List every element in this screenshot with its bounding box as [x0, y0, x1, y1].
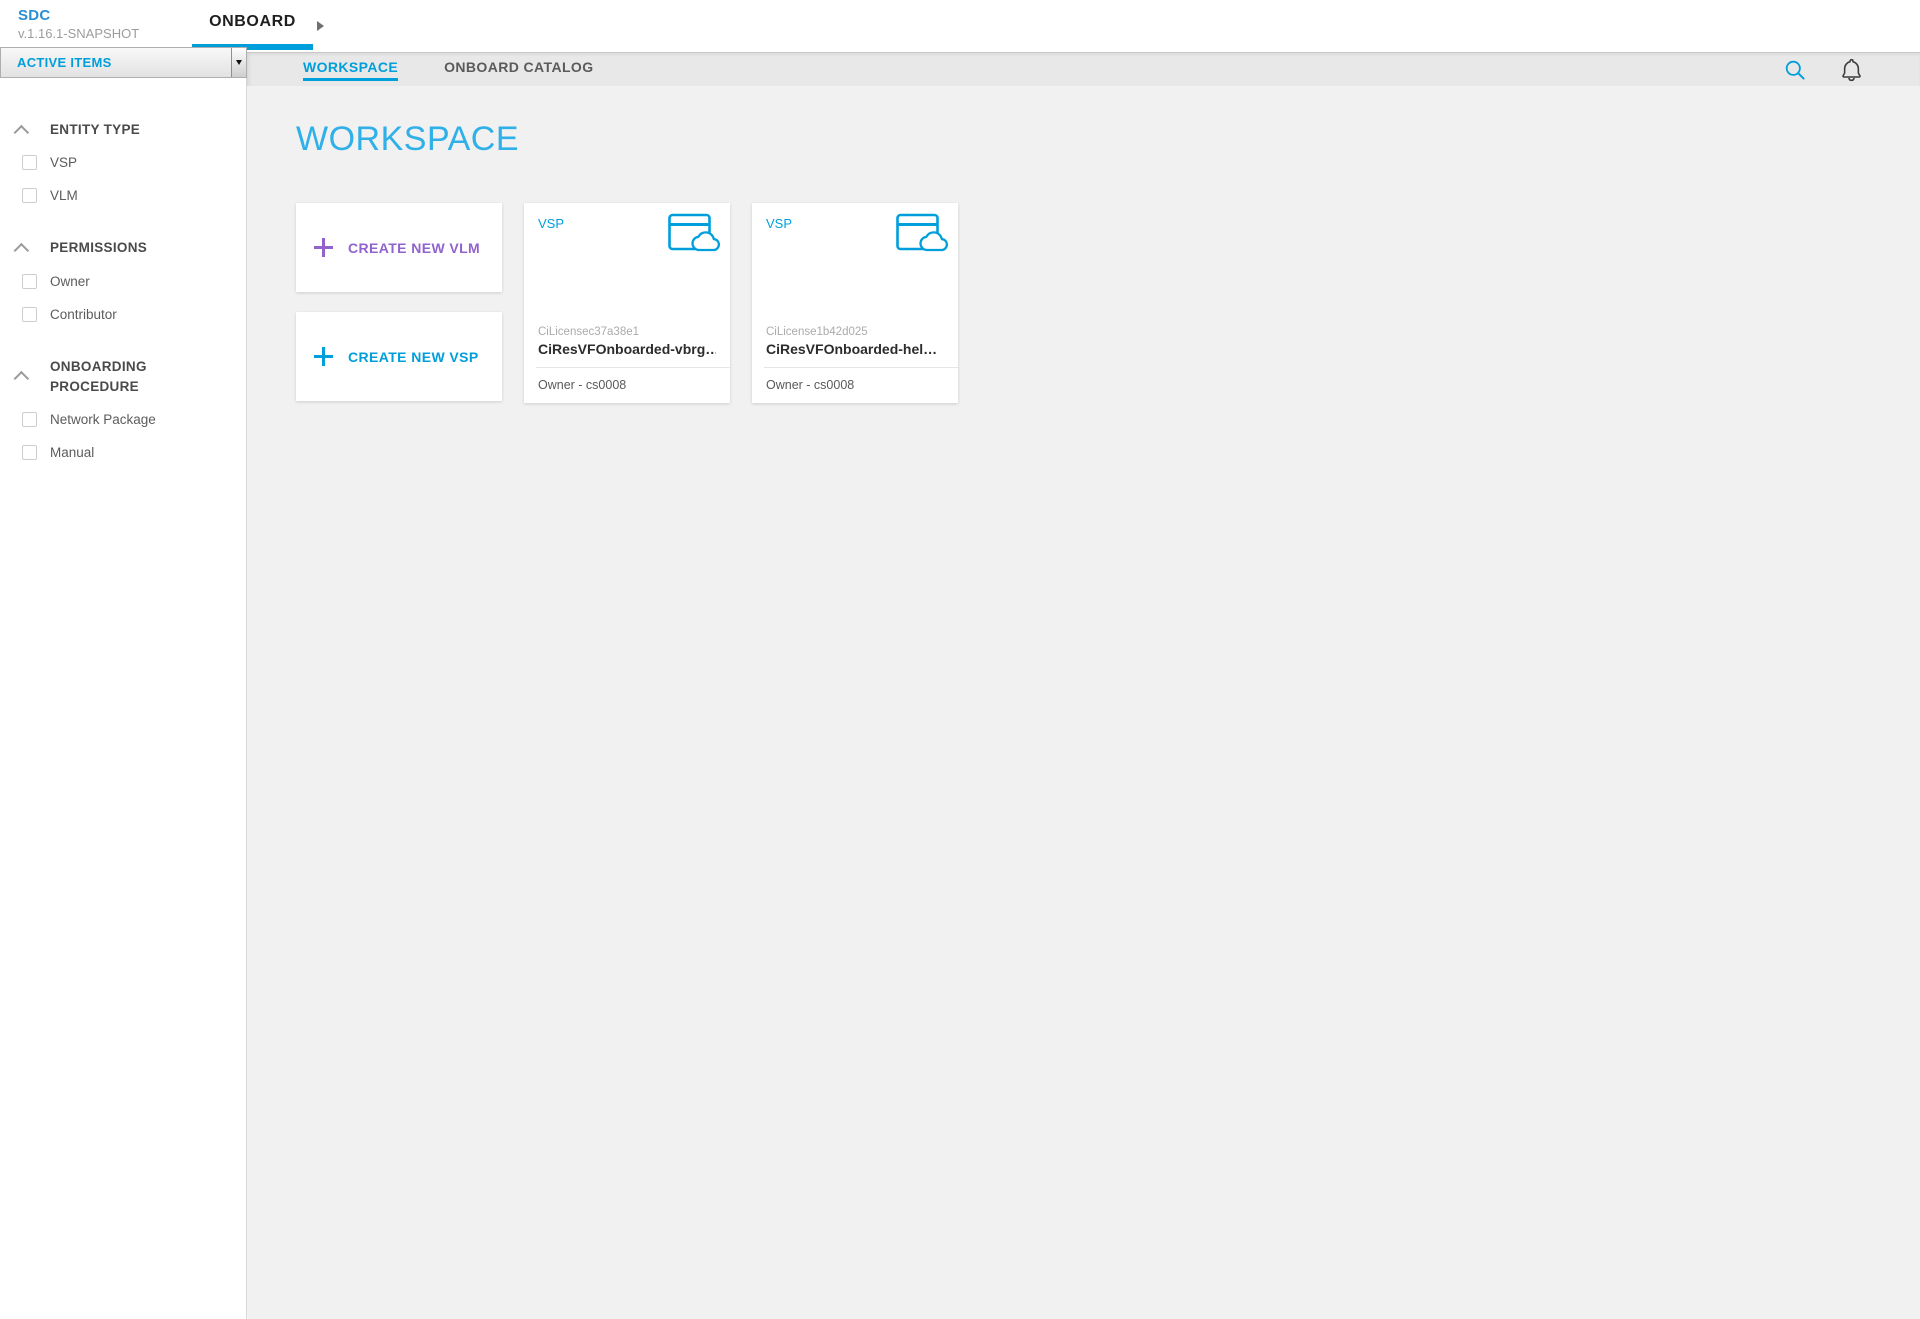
filter-option-label: Contributor — [50, 307, 117, 322]
card-type-label: VSP — [538, 213, 564, 231]
select-dropdown-arrow-icon — [236, 60, 242, 65]
card-footer: Owner - cs0008 — [764, 367, 958, 403]
card-vendor-id: CiLicense1b42d025 — [766, 324, 944, 340]
filter-section-header[interactable]: PERMISSIONS — [0, 232, 246, 264]
tab-workspace[interactable]: WORKSPACE — [303, 56, 398, 81]
filter-option-label: Manual — [50, 445, 94, 460]
card-name: CiResVFOnboarded-hel… — [766, 340, 944, 358]
filter-section-entity-type: ENTITY TYPE VSP VLM — [0, 114, 246, 212]
filter-option-label: Network Package — [50, 412, 156, 427]
tab-onboard[interactable]: ONBOARD — [192, 0, 313, 52]
filter-option-network-package[interactable]: Network Package — [0, 403, 246, 436]
create-new-vlm-button[interactable]: CREATE NEW VLM — [296, 203, 502, 292]
checkbox[interactable] — [22, 412, 37, 427]
filter-option-vsp[interactable]: VSP — [0, 146, 246, 179]
card-owner: Owner - cs0008 — [538, 378, 626, 392]
filter-option-vlm[interactable]: VLM — [0, 179, 246, 212]
vsp-card[interactable]: VSP CiLicensec37a38e1 CiResVFOnboarde — [524, 203, 730, 403]
create-buttons-column: CREATE NEW VLM CREATE NEW VSP — [296, 203, 502, 401]
filter-section-header[interactable]: ONBOARDING PROCEDURE — [0, 351, 246, 404]
app-logo: SDC v.1.16.1-SNAPSHOT — [18, 7, 139, 42]
caret-right-icon[interactable] — [317, 21, 324, 31]
vsp-card[interactable]: VSP CiLicense1b42d025 CiResVFOnboarde — [752, 203, 958, 403]
search-icon[interactable] — [1782, 57, 1808, 83]
card-name: CiResVFOnboarded-vbrg… — [538, 340, 716, 358]
main-content: WORKSPACE CREATE NEW VLM CREATE NEW VSP … — [248, 86, 1920, 1319]
filter-option-manual[interactable]: Manual — [0, 436, 246, 469]
filter-section-title: ONBOARDING PROCEDURE — [50, 357, 180, 398]
filter-option-label: VSP — [50, 155, 77, 170]
filter-section-onboarding-procedure: ONBOARDING PROCEDURE Network Package Man… — [0, 351, 246, 470]
active-items-select[interactable]: ACTIVE ITEMS — [0, 47, 247, 78]
tab-onboard-label: ONBOARD — [192, 0, 313, 31]
create-new-vsp-button[interactable]: CREATE NEW VSP — [296, 312, 502, 401]
plus-icon — [314, 347, 333, 366]
top-header: SDC v.1.16.1-SNAPSHOT ONBOARD — [0, 0, 1920, 52]
tab-onboard-catalog-label: ONBOARD CATALOG — [444, 59, 593, 75]
checkbox[interactable] — [22, 274, 37, 289]
filter-option-contributor[interactable]: Contributor — [0, 298, 246, 331]
card-owner: Owner - cs0008 — [766, 378, 854, 392]
app-title: SDC — [18, 7, 139, 26]
checkbox[interactable] — [22, 445, 37, 460]
filter-sidebar: ENTITY TYPE VSP VLM PERMISSIONS Owner — [0, 52, 247, 1319]
filter-option-label: Owner — [50, 274, 90, 289]
create-new-vlm-label: CREATE NEW VLM — [348, 240, 480, 256]
filter-section-header[interactable]: ENTITY TYPE — [0, 114, 246, 146]
card-type-label: VSP — [766, 213, 792, 231]
toolbar-tabs: WORKSPACE ONBOARD CATALOG — [303, 53, 593, 86]
workspace-tiles: CREATE NEW VLM CREATE NEW VSP VSP — [296, 203, 1920, 403]
filter-section-title: PERMISSIONS — [50, 238, 147, 258]
toolbar: WORKSPACE ONBOARD CATALOG — [247, 52, 1920, 86]
checkbox[interactable] — [22, 188, 37, 203]
tab-onboard-catalog[interactable]: ONBOARD CATALOG — [444, 56, 593, 81]
plus-icon — [314, 238, 333, 257]
chevron-up-icon — [14, 124, 30, 140]
filter-option-label: VLM — [50, 188, 78, 203]
vsp-cloud-card-icon — [896, 213, 948, 258]
chevron-up-icon — [14, 371, 30, 387]
filter-section-title: ENTITY TYPE — [50, 120, 140, 140]
filter-section-permissions: PERMISSIONS Owner Contributor — [0, 232, 246, 330]
checkbox[interactable] — [22, 155, 37, 170]
vsp-cloud-card-icon — [668, 213, 720, 258]
card-vendor-id: CiLicensec37a38e1 — [538, 324, 716, 340]
page-title: WORKSPACE — [296, 120, 1920, 159]
app-version: v.1.16.1-SNAPSHOT — [18, 26, 139, 42]
tab-workspace-label: WORKSPACE — [303, 59, 398, 75]
select-dropdown-button[interactable] — [231, 48, 246, 77]
toolbar-icons — [1782, 53, 1864, 86]
chevron-up-icon — [14, 243, 30, 259]
filters: ENTITY TYPE VSP VLM PERMISSIONS Owner — [0, 52, 246, 469]
filter-option-owner[interactable]: Owner — [0, 265, 246, 298]
checkbox[interactable] — [22, 307, 37, 322]
active-items-select-value: ACTIVE ITEMS — [1, 55, 231, 70]
notifications-bell-icon[interactable] — [1838, 57, 1864, 83]
card-footer: Owner - cs0008 — [536, 367, 730, 403]
create-new-vsp-label: CREATE NEW VSP — [348, 349, 479, 365]
